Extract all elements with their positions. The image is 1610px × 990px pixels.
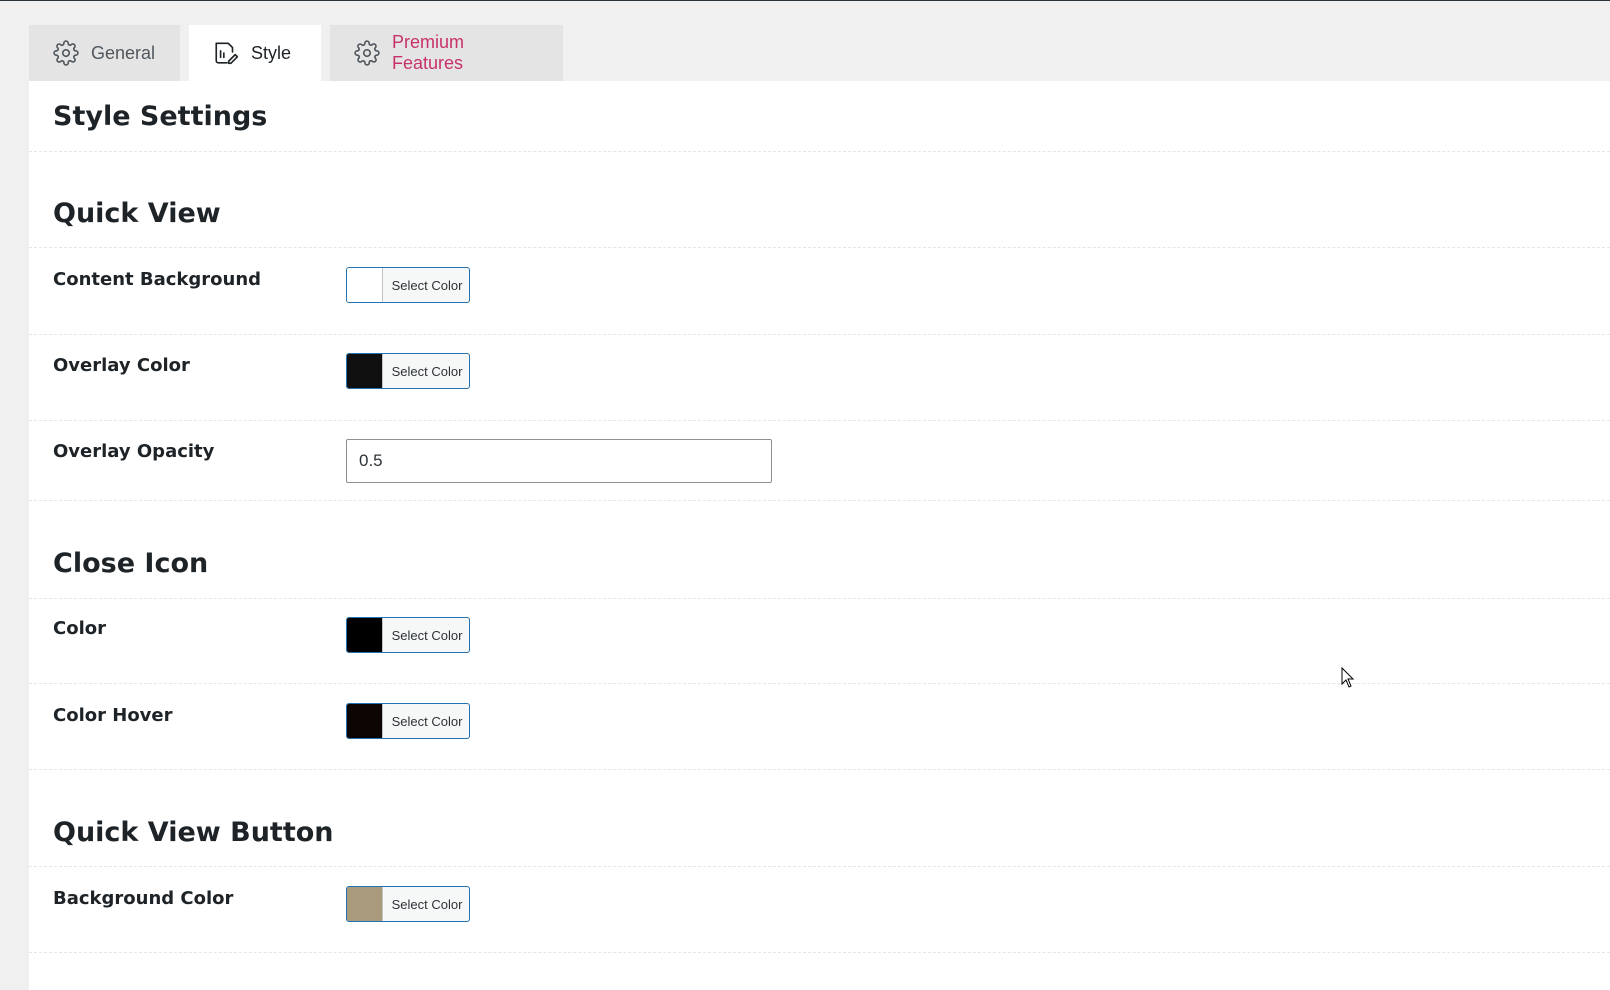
settings-tabs: General Style Premium Features (29, 25, 563, 81)
tab-general[interactable]: General (29, 25, 180, 81)
close-icon-color-button[interactable]: Select Color (346, 617, 470, 653)
tab-general-label: General (91, 42, 156, 63)
select-color-label: Select Color (391, 713, 463, 729)
background-color-label: Background Color (53, 888, 234, 909)
close-icon-color-label: Color (53, 618, 106, 639)
divider (29, 952, 1610, 953)
color-swatch (347, 704, 383, 738)
divider (29, 334, 1610, 335)
tab-style-label: Style (251, 42, 292, 63)
tab-premium-features[interactable]: Premium Features (330, 25, 563, 81)
color-swatch (347, 887, 383, 921)
divider (29, 598, 1610, 599)
style-edit-icon (213, 40, 239, 66)
tab-style[interactable]: Style (189, 25, 321, 81)
divider (29, 866, 1610, 867)
select-color-label: Select Color (391, 896, 463, 912)
mouse-pointer-icon (1341, 667, 1355, 688)
overlay-color-label: Overlay Color (53, 355, 190, 376)
content-background-color-button[interactable]: Select Color (346, 267, 470, 303)
divider (29, 247, 1610, 248)
overlay-opacity-input[interactable] (346, 439, 772, 483)
background-color-button[interactable]: Select Color (346, 886, 470, 922)
close-icon-color-hover-button[interactable]: Select Color (346, 703, 470, 739)
divider (29, 420, 1610, 421)
close-icon-color-hover-label: Color Hover (53, 705, 173, 726)
divider (29, 769, 1610, 770)
select-color-label: Select Color (391, 627, 463, 643)
divider (29, 151, 1610, 152)
section-heading-quick-view: Quick View (53, 198, 221, 229)
overlay-color-button[interactable]: Select Color (346, 353, 470, 389)
page-title: Style Settings (53, 101, 268, 132)
content-background-label: Content Background (53, 269, 262, 290)
divider (29, 683, 1610, 684)
color-swatch (347, 354, 383, 388)
select-color-label: Select Color (391, 277, 463, 293)
overlay-opacity-label: Overlay Opacity (53, 441, 215, 462)
style-settings-panel: Style Settings Quick View Content Backgr… (29, 81, 1610, 990)
color-swatch (347, 618, 383, 652)
window-top-border (0, 0, 1610, 1)
section-heading-close-icon: Close Icon (53, 548, 209, 579)
select-color-label: Select Color (391, 363, 463, 379)
divider (29, 500, 1610, 501)
section-heading-quick-view-button: Quick View Button (53, 817, 334, 848)
gear-icon (53, 40, 79, 66)
gear-icon (354, 40, 380, 66)
tab-premium-features-label: Premium Features (392, 32, 465, 73)
color-swatch (347, 268, 383, 302)
